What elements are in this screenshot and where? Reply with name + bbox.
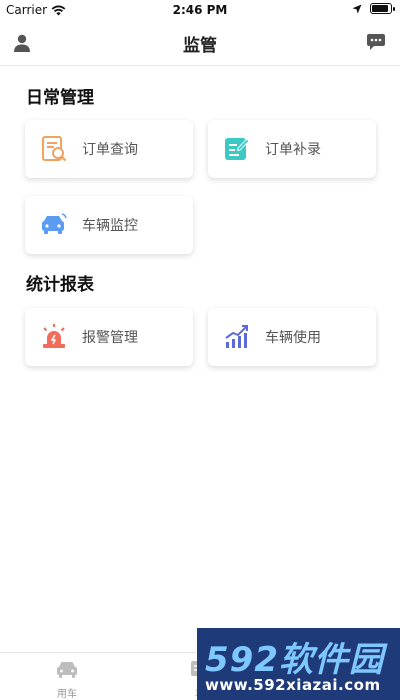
- status-bar: Carrier 2:46 PM: [0, 0, 400, 20]
- tab-use-car[interactable]: 用车: [37, 659, 97, 700]
- order-search-label: 订单查询: [82, 142, 138, 158]
- status-right: [352, 3, 395, 14]
- car-icon: [57, 662, 77, 678]
- message-icon[interactable]: [366, 33, 386, 51]
- alarm-label: 报警管理: [82, 330, 138, 346]
- section-title-stats: 统计报表: [26, 275, 94, 295]
- usage-chart-icon: [225, 325, 248, 348]
- alarm-icon: [43, 324, 65, 348]
- tab-use-car-label: 用车: [57, 689, 77, 700]
- order-edit-card[interactable]: 订单补录: [208, 120, 376, 178]
- location-arrow-icon: [352, 4, 362, 13]
- vehicle-monitor-label: 车辆监控: [82, 218, 138, 234]
- alarm-card[interactable]: 报警管理: [25, 308, 193, 366]
- order-search-card[interactable]: 订单查询: [25, 120, 193, 178]
- watermark-brand: 592软件园: [205, 640, 384, 680]
- usage-label: 车辆使用: [265, 330, 321, 346]
- vehicle-monitor-card[interactable]: 车辆监控: [25, 196, 193, 254]
- watermark: 592软件园 www.592xiazai.com: [197, 628, 400, 700]
- page-title: 监管: [183, 36, 217, 56]
- battery-icon: [370, 3, 395, 14]
- navbar: 监管: [0, 20, 400, 66]
- order-edit-label: 订单补录: [265, 142, 321, 158]
- order-edit-icon: [225, 138, 250, 160]
- order-search-icon: [42, 136, 67, 162]
- vehicle-monitor-icon: [42, 213, 67, 234]
- clock: 2:46 PM: [172, 3, 228, 17]
- watermark-url: www.592xiazai.com: [205, 676, 381, 694]
- usage-card[interactable]: 车辆使用: [208, 308, 376, 366]
- section-title-daily: 日常管理: [26, 88, 94, 108]
